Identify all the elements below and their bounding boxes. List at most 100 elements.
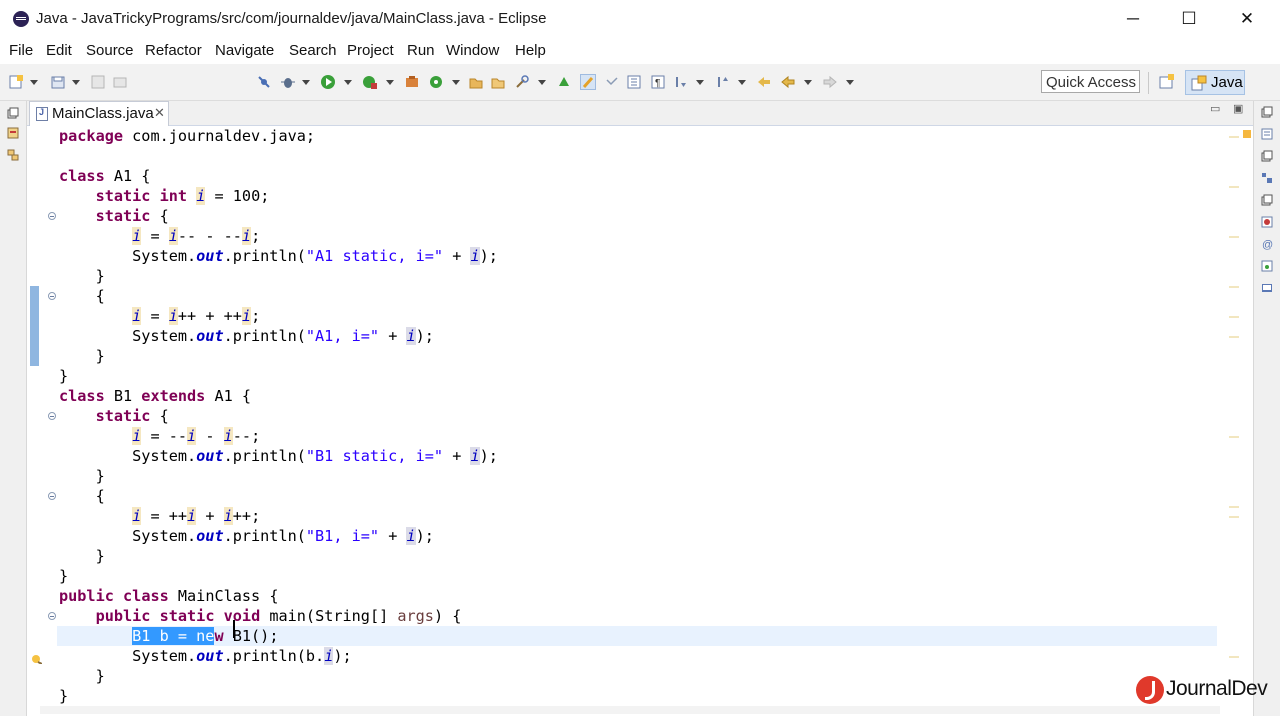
maximize-button[interactable]: ☐ (1166, 6, 1212, 32)
next-annotation-icon[interactable] (672, 74, 688, 90)
code-line[interactable]: class A1 { (59, 166, 150, 186)
overview-ruler-marker[interactable] (1229, 506, 1239, 508)
code-line[interactable]: } (59, 266, 105, 286)
menu-source[interactable]: Source (86, 42, 134, 59)
code-line[interactable]: public static void main(String[] args) { (59, 606, 462, 626)
prev-annotation-dropdown-icon[interactable] (738, 80, 746, 85)
menu-refactor[interactable]: Refactor (145, 42, 202, 59)
code-line[interactable]: } (59, 366, 68, 386)
javadoc-icon[interactable]: @ (1261, 237, 1273, 251)
code-line[interactable]: i = --i - i--; (59, 426, 260, 446)
code-line[interactable]: B1 b = new B1(); (59, 626, 278, 646)
restore-icon[interactable] (1261, 149, 1273, 162)
overview-ruler-marker[interactable] (1229, 516, 1239, 518)
highlight-icon[interactable] (580, 74, 596, 90)
package-explorer-icon[interactable] (7, 126, 19, 139)
overview-ruler-marker[interactable] (1229, 436, 1239, 438)
minimize-button[interactable]: ─ (1110, 6, 1156, 32)
next-annotation-dropdown-icon[interactable] (696, 80, 704, 85)
run-icon[interactable] (320, 74, 336, 90)
horizontal-scrollbar[interactable] (40, 706, 1220, 714)
menu-window[interactable]: Window (446, 42, 499, 59)
code-line[interactable]: } (59, 546, 105, 566)
tab-mainclass-java[interactable]: MainClass.java ✕ (29, 101, 169, 126)
open-resource-icon[interactable] (490, 74, 506, 90)
new-dropdown-2-icon[interactable] (452, 80, 460, 85)
fold-toggle-icon[interactable] (48, 612, 56, 620)
menu-run[interactable]: Run (407, 42, 435, 59)
tab-close-icon[interactable]: ✕ (154, 105, 165, 121)
save-icon[interactable] (90, 74, 106, 90)
show-whitespace-icon[interactable] (626, 74, 642, 90)
code-line[interactable]: } (59, 666, 105, 686)
overview-ruler-marker[interactable] (1229, 136, 1239, 138)
code-line[interactable]: i = i++ + ++i; (59, 306, 260, 326)
menu-project[interactable]: Project (347, 42, 394, 59)
menu-help[interactable]: Help (515, 42, 546, 59)
close-button[interactable]: ✕ (1224, 6, 1270, 32)
editor-maximize-icon[interactable]: ▣ (1233, 102, 1243, 115)
overview-ruler-warning[interactable] (1243, 130, 1251, 138)
code-line[interactable]: System.out.println("A1, i=" + i); (59, 326, 434, 346)
code-line[interactable]: } (59, 346, 105, 366)
search-icon[interactable] (514, 74, 530, 90)
restore-icon[interactable] (7, 106, 19, 119)
new-java-project-icon[interactable] (428, 74, 444, 90)
code-line[interactable]: package com.journaldev.java; (59, 126, 315, 146)
open-type-icon[interactable] (468, 74, 484, 90)
code-line[interactable]: System.out.println("A1 static, i=" + i); (59, 246, 498, 266)
forward-icon[interactable] (822, 74, 838, 90)
restore-icon[interactable] (1261, 105, 1273, 118)
quick-fix-lightbulb-icon[interactable] (30, 651, 43, 665)
new-icon[interactable] (8, 74, 24, 90)
overview-ruler-marker[interactable] (1229, 186, 1239, 188)
code-line[interactable]: { (59, 286, 105, 306)
menu-edit[interactable]: Edit (46, 42, 72, 59)
menu-file[interactable]: File (9, 42, 33, 59)
print-icon[interactable] (112, 74, 128, 90)
overview-ruler-marker[interactable] (1229, 316, 1239, 318)
type-hierarchy-icon[interactable] (7, 148, 19, 161)
task-list-icon[interactable] (1261, 127, 1273, 140)
fold-toggle-icon[interactable] (48, 212, 56, 220)
code-line[interactable]: i = i-- - --i; (59, 226, 260, 246)
open-perspective-icon[interactable] (1157, 72, 1177, 92)
java-perspective-button[interactable]: Java (1185, 70, 1245, 95)
code-line[interactable]: System.out.println(b.i); (59, 646, 352, 666)
restore-icon[interactable] (1261, 193, 1273, 206)
last-edit-location-icon[interactable] (756, 74, 772, 90)
save-all-icon[interactable] (50, 74, 66, 90)
code-editor[interactable]: package com.journaldev.java; class A1 { … (27, 126, 1253, 716)
fold-toggle-icon[interactable] (48, 492, 56, 500)
overview-ruler-marker[interactable] (1229, 656, 1239, 658)
code-line[interactable]: System.out.println("B1 static, i=" + i); (59, 446, 498, 466)
problems-icon[interactable] (1261, 215, 1273, 228)
prev-annotation-icon[interactable] (714, 74, 730, 90)
new-dropdown-icon[interactable] (30, 80, 38, 85)
run-dropdown-icon[interactable] (344, 80, 352, 85)
save-dropdown-icon[interactable] (72, 80, 80, 85)
menu-search[interactable]: Search (289, 42, 337, 59)
overview-ruler-marker[interactable] (1229, 286, 1239, 288)
coverage-icon[interactable] (362, 74, 378, 90)
back-icon[interactable] (780, 74, 796, 90)
code-line[interactable]: System.out.println("B1, i=" + i); (59, 526, 434, 546)
block-selection-icon[interactable] (604, 74, 620, 90)
code-line[interactable]: } (59, 466, 105, 486)
toggle-mark-occurrences-icon[interactable] (556, 74, 572, 90)
code-line[interactable]: i = ++i + i++; (59, 506, 260, 526)
debug-icon[interactable] (280, 74, 296, 90)
declaration-icon[interactable] (1261, 259, 1273, 272)
paragraph-icon[interactable]: ¶ (650, 74, 666, 90)
code-line[interactable]: static { (59, 206, 169, 226)
outline-icon[interactable] (1261, 171, 1273, 183)
overview-ruler-marker[interactable] (1229, 236, 1239, 238)
code-line[interactable]: { (59, 486, 105, 506)
fold-toggle-icon[interactable] (48, 292, 56, 300)
search-dropdown-icon[interactable] (538, 80, 546, 85)
back-dropdown-icon[interactable] (804, 80, 812, 85)
code-line[interactable]: } (59, 686, 68, 706)
code-line[interactable]: static int i = 100; (59, 186, 269, 206)
quick-access-input[interactable]: Quick Access (1041, 70, 1140, 93)
console-icon[interactable] (1261, 281, 1273, 293)
